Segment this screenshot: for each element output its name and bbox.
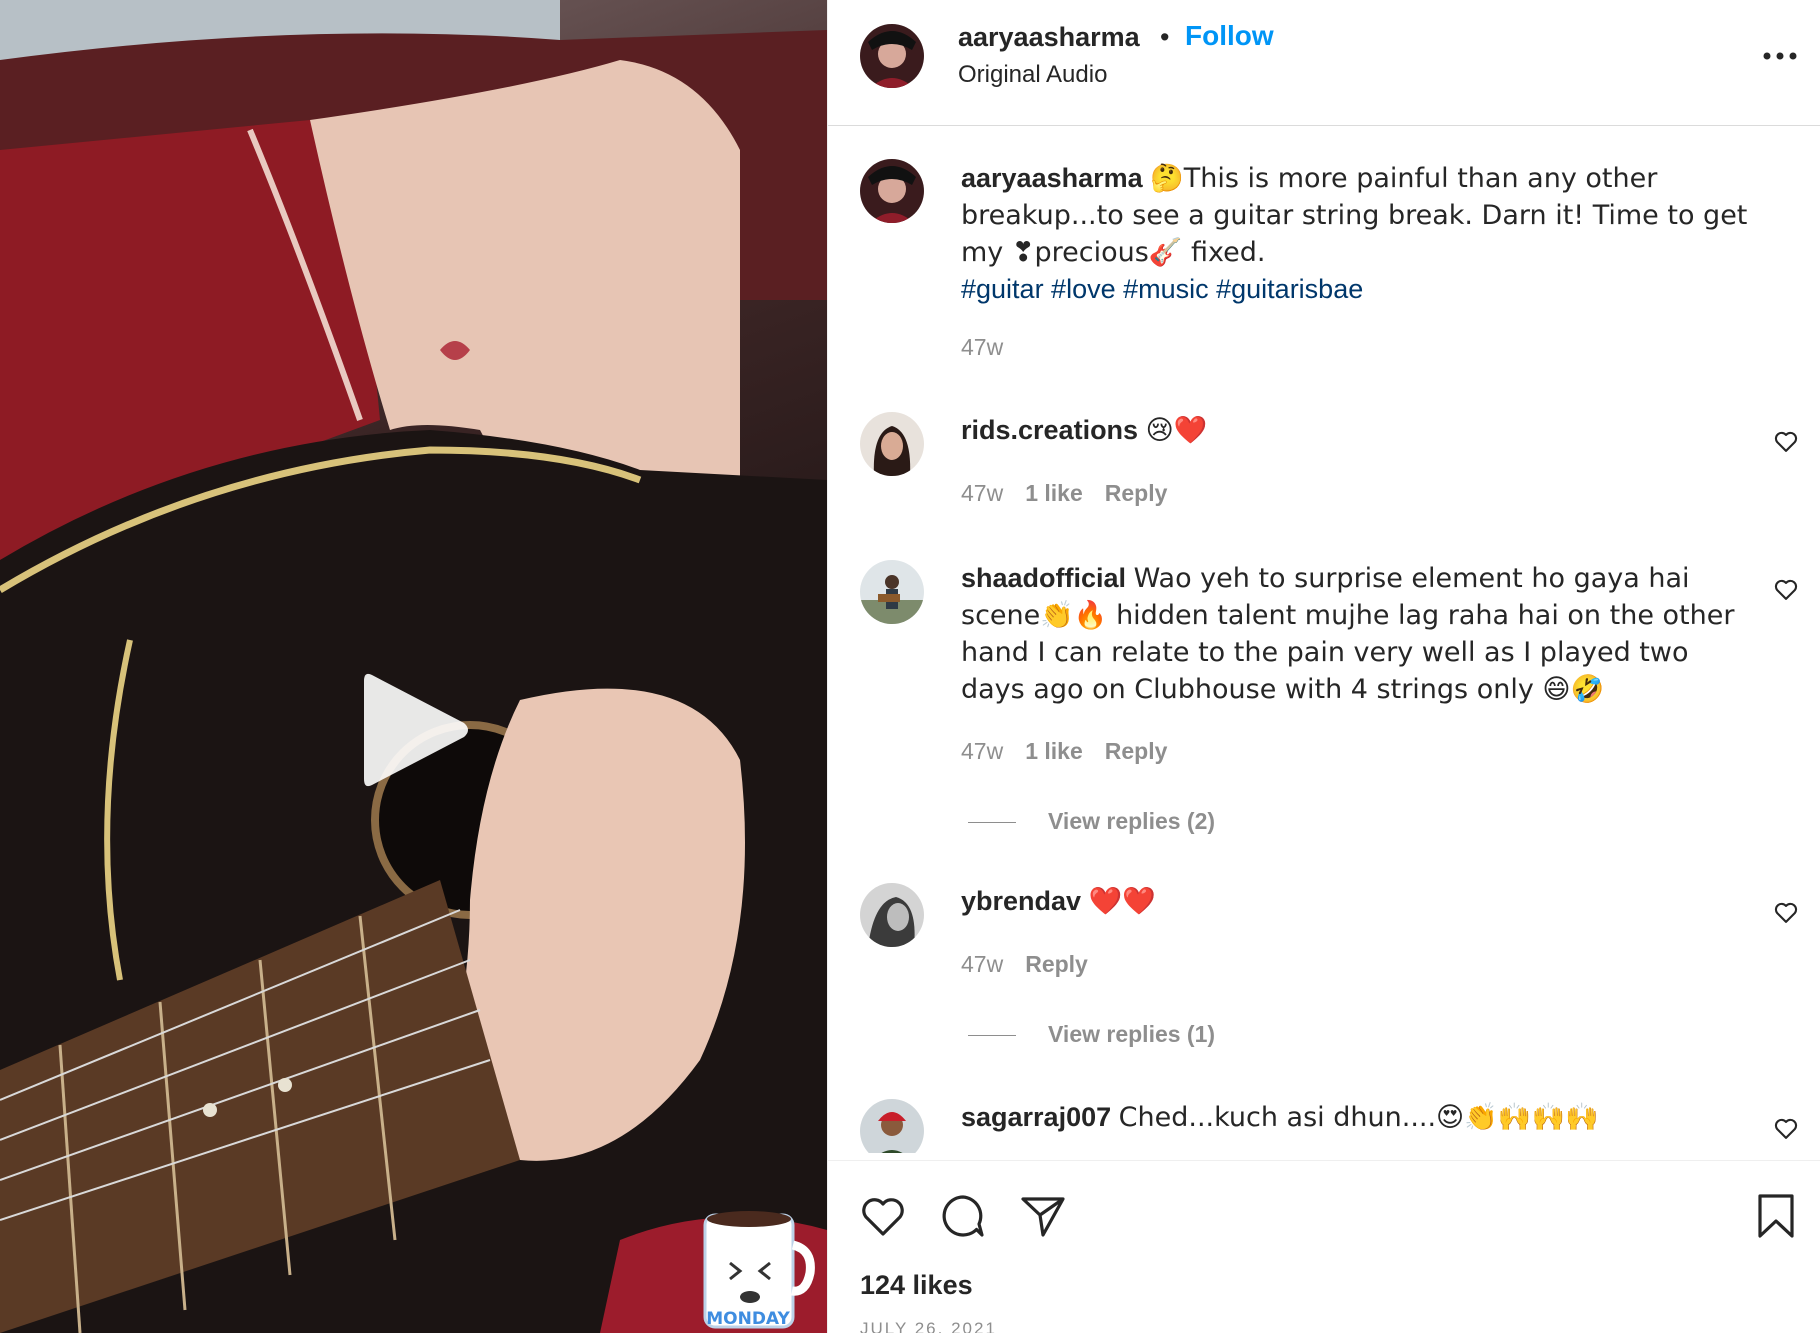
- caption-timestamp[interactable]: 47w: [961, 334, 1003, 361]
- comment-username[interactable]: ybrendav: [961, 886, 1081, 916]
- comment-text: Ched...kuch asi dhun....😍👏🙌🙌🙌: [1118, 1102, 1599, 1133]
- commenter-avatar[interactable]: [860, 883, 924, 947]
- comment-body: ybrendav ❤️❤️: [961, 883, 1741, 920]
- bookmark-icon[interactable]: [1751, 1191, 1801, 1241]
- author-username[interactable]: aaryaasharma: [958, 22, 1140, 53]
- comment-likes[interactable]: 1 like: [1025, 738, 1083, 764]
- heart-icon[interactable]: [1772, 898, 1800, 926]
- post-video[interactable]: MONDAY: [0, 0, 827, 1333]
- comment-text: 😢❤️: [1145, 415, 1208, 446]
- more-options-icon[interactable]: [1755, 38, 1805, 74]
- commenter-avatar[interactable]: [860, 412, 924, 476]
- comment-time[interactable]: 47w: [961, 951, 1003, 977]
- comment-meta: 47w Reply: [961, 951, 1110, 978]
- author-avatar[interactable]: [860, 24, 924, 88]
- view-replies-button[interactable]: View replies (1): [968, 1021, 1215, 1048]
- comment-username[interactable]: shaadofficial: [961, 563, 1126, 593]
- comment-meta: 47w 1 like Reply: [961, 480, 1189, 507]
- view-replies-label: View replies (2): [1048, 808, 1216, 834]
- view-replies-button[interactable]: View replies (2): [968, 808, 1215, 835]
- separator-dot: •: [1160, 22, 1170, 52]
- comment-text: ❤️❤️: [1088, 886, 1156, 917]
- reply-button[interactable]: Reply: [1025, 951, 1088, 977]
- post-date: JULY 26, 2021: [860, 1319, 997, 1333]
- monday-sticker: MONDAY: [700, 1205, 815, 1333]
- play-button[interactable]: [350, 665, 475, 795]
- comment-meta: 47w 1 like Reply: [961, 738, 1189, 765]
- comment-icon[interactable]: [938, 1191, 988, 1241]
- comment-body: sagarraj007 Ched...kuch asi dhun....😍👏🙌🙌…: [961, 1099, 1741, 1136]
- heart-icon[interactable]: [1772, 1114, 1800, 1142]
- comment-username[interactable]: sagarraj007: [961, 1102, 1111, 1132]
- comment-body: shaadofficial Wao yeh to surprise elemen…: [961, 560, 1741, 708]
- reply-button[interactable]: Reply: [1105, 480, 1168, 506]
- post-header: aaryaasharma • Follow Original Audio: [828, 0, 1820, 126]
- commenter-avatar[interactable]: [860, 1099, 924, 1153]
- heart-icon[interactable]: [1772, 575, 1800, 603]
- comment-time[interactable]: 47w: [961, 738, 1003, 764]
- post-side-panel: aaryaasharma • Follow Original Audio aar…: [827, 0, 1820, 1333]
- caption-avatar[interactable]: [860, 159, 924, 223]
- comment-likes[interactable]: 1 like: [1025, 480, 1083, 506]
- caption-body: aaryaasharma 🤔This is more painful than …: [961, 160, 1761, 307]
- view-replies-label: View replies (1): [1048, 1021, 1216, 1047]
- replies-divider: [968, 822, 1016, 824]
- heart-icon[interactable]: [858, 1191, 908, 1241]
- comment-username[interactable]: rids.creations: [961, 415, 1138, 445]
- comments-list[interactable]: aaryaasharma 🤔This is more painful than …: [828, 127, 1820, 1153]
- heart-icon[interactable]: [1772, 427, 1800, 455]
- comment-body: rids.creations 😢❤️: [961, 412, 1741, 449]
- share-icon[interactable]: [1018, 1191, 1068, 1241]
- sticker-text: MONDAY: [706, 1309, 790, 1329]
- caption-hashtags[interactable]: #guitar #love #music #guitarisbae: [961, 274, 1363, 304]
- replies-divider: [968, 1035, 1016, 1037]
- reply-button[interactable]: Reply: [1105, 738, 1168, 764]
- commenter-avatar[interactable]: [860, 560, 924, 624]
- audio-label[interactable]: Original Audio: [958, 61, 1107, 89]
- caption-username[interactable]: aaryaasharma: [961, 163, 1143, 193]
- action-bar: 124 likes JULY 26, 2021: [828, 1160, 1820, 1333]
- follow-button[interactable]: Follow: [1185, 20, 1274, 52]
- likes-count[interactable]: 124 likes: [860, 1270, 973, 1301]
- comment-time[interactable]: 47w: [961, 480, 1003, 506]
- play-icon: [364, 673, 468, 787]
